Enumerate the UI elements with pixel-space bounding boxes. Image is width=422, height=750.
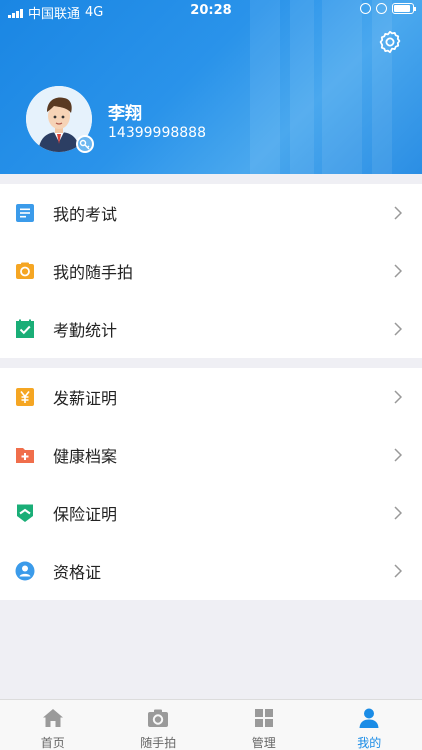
certificate-icon [15,561,35,581]
avatar-key-badge-icon [76,135,94,153]
chevron-right-icon [394,322,402,336]
camera-icon [148,709,169,727]
menu-group-2: 发薪证明 健康档案 保险证明 资格证 [0,368,422,600]
menu-group-1: 我的考试 我的随手拍 考勤统计 [0,184,422,358]
tab-label: 我的 [357,736,382,750]
medical-folder-icon [16,448,34,463]
building-stripe [250,0,280,174]
chevron-right-icon [394,390,402,404]
tab-label: 管理 [251,736,276,750]
battery-icon [392,3,416,14]
chevron-right-icon [394,206,402,220]
tab-home[interactable]: 首页 [0,700,106,750]
tab-mine[interactable]: 我的 [317,700,422,750]
tab-manage[interactable]: 管理 [211,700,317,750]
menu-item-label: 我的考试 [53,205,118,224]
chevron-right-icon [394,564,402,578]
checkmark-icon [16,319,34,338]
menu-item-health-record[interactable]: 健康档案 [0,426,422,484]
building-stripe [322,0,362,174]
menu-item-label: 发薪证明 [53,389,118,408]
shield-icon [17,504,33,522]
chevron-right-icon [394,448,402,462]
building-stripe [372,0,392,174]
menu-item-salary-proof[interactable]: 发薪证明 [0,368,422,426]
menu-item-qualification[interactable]: 资格证 [0,542,422,600]
profile-header: 中国联通 4G 20:28 李翔 14399998888 [0,0,422,174]
alarm-icon [376,3,387,14]
home-icon [42,709,63,727]
menu-item-my-photos[interactable]: 我的随手拍 [0,242,422,300]
yen-icon [16,388,34,406]
camera-icon [16,262,34,279]
menu-item-label: 保险证明 [53,505,118,524]
status-time: 20:28 [190,3,232,18]
tab-bar: 首页 随手拍 管理 我的 [0,699,422,750]
person-icon [359,708,379,728]
menu-item-label: 我的随手拍 [53,263,134,282]
tab-photo[interactable]: 随手拍 [106,700,212,750]
chevron-right-icon [394,264,402,278]
tab-label: 随手拍 [140,736,177,750]
document-icon [16,204,34,222]
grid-icon [254,709,273,727]
menu-item-label: 考勤统计 [53,321,118,340]
menu-item-insurance-proof[interactable]: 保险证明 [0,484,422,542]
menu-item-exam[interactable]: 我的考试 [0,184,422,242]
menu-item-label: 资格证 [53,563,102,582]
status-bar: 中国联通 4G 20:28 [0,0,422,22]
profile-name: 李翔 [108,104,142,124]
gear-icon[interactable] [378,30,402,54]
menu-item-attendance[interactable]: 考勤统计 [0,300,422,358]
menu-item-label: 健康档案 [53,447,118,466]
tab-label: 首页 [40,736,65,750]
building-stripe [290,0,314,174]
chevron-right-icon [394,506,402,520]
profile-phone: 14399998888 [108,125,206,141]
orientation-lock-icon [360,3,371,14]
